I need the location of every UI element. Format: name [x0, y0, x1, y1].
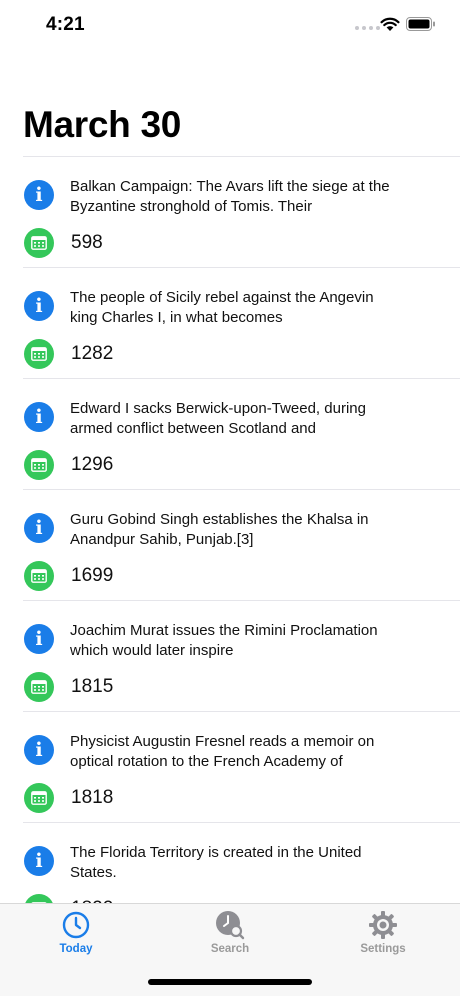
event-year: 1282: [71, 343, 114, 364]
tab-search-label: Search: [210, 943, 250, 955]
event-row[interactable]: i Edward I sacks Berwick-upon-Tweed, duri…: [0, 379, 460, 490]
event-description: The people of Sicily rebel against the A…: [70, 289, 374, 326]
gear-icon: [369, 911, 397, 939]
wifi-icon: [380, 17, 400, 31]
event-year: 1699: [71, 565, 114, 586]
info-icon: i: [24, 291, 54, 321]
status-bar: 4:21: [0, 0, 460, 50]
calendar-icon: [24, 672, 54, 702]
info-icon: i: [24, 402, 54, 432]
clock-search-icon: [216, 911, 245, 940]
calendar-icon: [24, 783, 54, 813]
event-list[interactable]: i Balkan Campaign: The Avars lift the sie…: [0, 157, 460, 903]
info-icon: i: [24, 180, 54, 210]
event-row[interactable]: i Physicist Augustin Fresnel reads a memo…: [0, 712, 460, 823]
calendar-icon: [24, 561, 54, 591]
tab-today-label: Today: [59, 943, 93, 955]
event-row[interactable]: i Balkan Campaign: The Avars lift the sie…: [0, 157, 460, 268]
calendar-icon: [24, 339, 54, 369]
calendar-icon: [24, 450, 54, 480]
event-description: Joachim Murat issues the Rimini Proclama…: [70, 622, 378, 659]
event-description: Physicist Augustin Fresnel reads a memoi…: [70, 733, 375, 770]
page-title: March 30: [23, 104, 182, 145]
event-year: 1296: [71, 454, 114, 475]
tab-settings-label: Settings: [360, 943, 406, 955]
tab-search[interactable]: Search: [175, 910, 285, 955]
calendar-icon: [24, 894, 54, 903]
event-description: The Florida Territory is created in the …: [70, 844, 362, 881]
info-icon: i: [24, 513, 54, 543]
event-row[interactable]: i Guru Gobind Singh establishes the Khals…: [0, 490, 460, 601]
calendar-icon: [24, 228, 54, 258]
event-year: 598: [71, 232, 103, 253]
tab-today[interactable]: Today: [21, 910, 131, 955]
event-description: Edward I sacks Berwick-upon-Tweed, durin…: [70, 400, 366, 437]
status-time: 4:21: [46, 14, 85, 35]
battery-icon: [406, 17, 435, 31]
event-row[interactable]: i Joachim Murat issues the Rimini Proclam…: [0, 601, 460, 712]
event-year: 1815: [71, 676, 114, 697]
info-icon: i: [24, 735, 54, 765]
cellular-signal-icon: [355, 26, 380, 30]
event-description: Balkan Campaign: The Avars lift the sieg…: [70, 178, 390, 215]
event-row[interactable]: i The Florida Territory is created in the…: [0, 823, 460, 903]
info-icon: i: [24, 846, 54, 876]
tab-settings[interactable]: Settings: [328, 910, 438, 955]
app-screen: 4:21 March 30 i Balkan Campaign: The Avar…: [0, 0, 460, 996]
event-description: Guru Gobind Singh establishes the Khalsa…: [70, 511, 369, 548]
home-indicator: [148, 979, 312, 985]
clock-icon: [62, 911, 90, 939]
event-year: 1818: [71, 787, 114, 808]
info-icon: i: [24, 624, 54, 654]
event-row[interactable]: i The people of Sicily rebel against the …: [0, 268, 460, 379]
